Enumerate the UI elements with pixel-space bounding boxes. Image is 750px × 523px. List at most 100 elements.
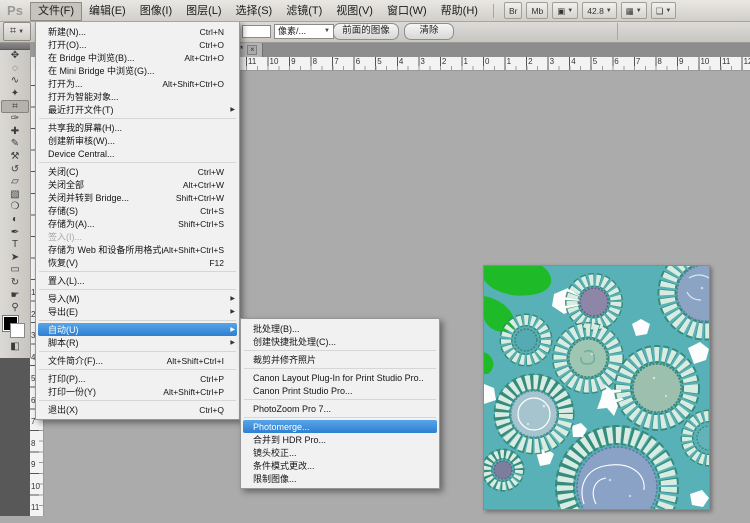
ruler-label: 0 — [483, 57, 505, 66]
menu-item[interactable]: 脚本(R) ▶ — [36, 336, 239, 349]
zoom-level-control[interactable]: 42.8▼ — [582, 2, 617, 19]
close-icon[interactable]: × — [247, 45, 257, 55]
submenu-item[interactable]: Photomerge... ▶ — [243, 420, 437, 433]
move-tool[interactable]: ✥ — [0, 50, 30, 63]
submenu-item[interactable]: 条件模式更改... ▶ — [241, 459, 439, 472]
menu-item[interactable]: 在 Mini Bridge 中浏览(G)... ▶ — [36, 64, 239, 77]
menu-item[interactable]: 签入(I)... ▶ — [36, 230, 239, 243]
submenu-item[interactable]: 限制图像... ▶ — [241, 472, 439, 485]
menu-item[interactable]: 打印一份(Y) Alt+Shift+Ctrl+P ▶ — [36, 385, 239, 398]
zoom-level-value: 42.8 — [587, 4, 604, 18]
menu-item[interactable]: Device Central... ▶ — [36, 147, 239, 160]
menubar-item[interactable]: 图像(I) — [133, 2, 179, 21]
eyedropper-tool[interactable]: ✑ — [0, 113, 30, 126]
submenu-item[interactable]: 镜头校正... ▶ — [241, 446, 439, 459]
blur-tool[interactable]: ❍ — [0, 201, 30, 214]
screen-mode-button[interactable]: ❏▼ — [651, 2, 677, 19]
submenu-item[interactable]: 创建快捷批处理(C)... ▶ — [241, 335, 439, 348]
clear-button[interactable]: 清除 — [404, 23, 454, 40]
healing-brush-tool[interactable]: ✚ — [0, 126, 30, 139]
history-brush-tool[interactable]: ↺ — [0, 163, 30, 176]
menu-item[interactable]: 导入(M) ▶ — [36, 292, 239, 305]
menu-item[interactable]: 新建(N)... Ctrl+N ▶ — [36, 25, 239, 38]
ruler-label: 7 — [634, 57, 656, 66]
menu-item[interactable]: 打开为智能对象... ▶ — [36, 90, 239, 103]
menu-item[interactable]: 创建新审核(W)... ▶ — [36, 134, 239, 147]
resolution-unit-dropdown[interactable]: 像素/...▼ — [274, 24, 334, 39]
submenu-item[interactable]: Canon Print Studio Pro... ▶ — [241, 384, 439, 397]
menu-item[interactable]: 在 Bridge 中浏览(B)... Alt+Ctrl+O ▶ — [36, 51, 239, 64]
crop-size-input[interactable] — [242, 25, 271, 38]
menu-item[interactable]: 文件简介(F)... Alt+Shift+Ctrl+I ▶ — [36, 354, 239, 367]
path-selection-tool[interactable]: ➤ — [0, 252, 30, 265]
pen-tool[interactable]: ✒ — [0, 226, 30, 239]
arrange-documents-button[interactable]: ▣▼ — [552, 2, 578, 19]
eraser-tool[interactable]: ▱ — [0, 176, 30, 189]
menu-item[interactable]: 打开(O)... Ctrl+O ▶ — [36, 38, 239, 51]
panel-grip[interactable] — [0, 42, 30, 50]
menu-item[interactable]: 最近打开文件(T) ▶ — [36, 103, 239, 116]
ruler-label: 9 — [677, 57, 699, 66]
submenu-item[interactable]: 批处理(B)... ▶ — [241, 322, 439, 335]
menubar-item[interactable]: 视图(V) — [329, 2, 380, 21]
view-extras-icon: ▦ — [626, 4, 634, 18]
canvas-image[interactable] — [483, 265, 710, 510]
rotate-view-tool[interactable]: ↻ — [0, 277, 30, 290]
menubar-item[interactable]: 窗口(W) — [380, 2, 434, 21]
brush-tool[interactable]: ✎ — [0, 138, 30, 151]
type-tool[interactable]: T — [0, 239, 30, 252]
quick-mask-icon[interactable]: ◧ — [10, 342, 19, 352]
crop-tool[interactable]: ⌗ — [1, 100, 29, 113]
arrange-documents-icon: ▣ — [557, 4, 565, 18]
quick-selection-tool[interactable]: ✦ — [0, 88, 30, 101]
hand-tool[interactable]: ☛ — [0, 289, 30, 302]
zoom-tool[interactable]: ⚲ — [0, 302, 30, 315]
background-color-swatch[interactable] — [10, 323, 25, 338]
automate-submenu: 批处理(B)... ▶ 创建快捷批处理(C)... ▶ ▶ 裁剪并修齐照片 ▶ … — [240, 318, 440, 489]
launch-mini-bridge-button[interactable]: Mb — [526, 2, 548, 19]
menubar-items: 文件(F)编辑(E)图像(I)图层(L)选择(S)滤镜(T)视图(V)窗口(W)… — [30, 1, 485, 21]
ruler-label: 10 — [268, 57, 290, 66]
ruler-label: 1 — [461, 57, 483, 66]
submenu-item[interactable]: Canon Layout Plug-In for Print Studio Pr… — [241, 371, 439, 384]
menubar-item[interactable]: 帮助(H) — [434, 2, 485, 21]
dodge-tool[interactable]: ◐ — [0, 214, 30, 227]
menu-item[interactable]: 退出(X) Ctrl+Q ▶ — [36, 403, 239, 416]
ruler-label: 9 — [289, 57, 311, 66]
launch-bridge-button[interactable]: Br — [504, 2, 523, 19]
menubar-item[interactable]: 文件(F) — [30, 2, 82, 21]
submenu-arrow-icon: ▶ — [227, 339, 235, 346]
menu-item[interactable]: 共享我的屏幕(H)... ▶ — [36, 121, 239, 134]
menu-item[interactable]: 导出(E) ▶ — [36, 305, 239, 318]
ruler-label: 9 — [31, 458, 40, 480]
menubar-item[interactable]: 图层(L) — [179, 2, 228, 21]
menu-item[interactable]: 打印(P)... Ctrl+P ▶ — [36, 372, 239, 385]
lasso-tool[interactable]: ∿ — [0, 75, 30, 88]
clone-stamp-tool[interactable]: ⚒ — [0, 151, 30, 164]
gradient-tool[interactable]: ▧ — [0, 189, 30, 202]
menubar-item[interactable]: 编辑(E) — [82, 2, 133, 21]
tool-preset-picker[interactable]: ⌗▼ — [3, 22, 31, 41]
menu-item[interactable]: 打开为... Alt+Shift+Ctrl+O ▶ — [36, 77, 239, 90]
menu-item[interactable]: 自动(U) ▶ — [38, 323, 237, 336]
menubar-item[interactable]: 滤镜(T) — [279, 2, 329, 21]
submenu-item[interactable]: 裁剪并修齐照片 ▶ — [241, 353, 439, 366]
submenu-arrow-icon: ▶ — [227, 106, 235, 113]
menu-item[interactable]: 恢复(V) F12 ▶ — [36, 256, 239, 269]
menubar-item[interactable]: 选择(S) — [229, 2, 280, 21]
view-extras-button[interactable]: ▦▼ — [621, 2, 647, 19]
menu-item[interactable]: 存储(S) Ctrl+S ▶ — [36, 204, 239, 217]
menu-item[interactable]: 关闭全部 Alt+Ctrl+W ▶ — [36, 178, 239, 191]
ruler-label: 11 — [246, 57, 268, 66]
front-image-button[interactable]: 前面的图像 — [333, 23, 399, 40]
menu-item[interactable]: 存储为 Web 和设备所用格式(D)... Alt+Shift+Ctrl+S ▶ — [36, 243, 239, 256]
ruler-label: 10 — [698, 57, 720, 66]
marquee-tool[interactable]: ◌ — [0, 63, 30, 76]
menu-item[interactable]: 关闭(C) Ctrl+W ▶ — [36, 165, 239, 178]
shape-tool[interactable]: ▭ — [0, 264, 30, 277]
menu-item[interactable]: 关闭并转到 Bridge... Shift+Ctrl+W ▶ — [36, 191, 239, 204]
menu-item[interactable]: 置入(L)... ▶ — [36, 274, 239, 287]
menu-item[interactable]: 存储为(A)... Shift+Ctrl+S ▶ — [36, 217, 239, 230]
submenu-item[interactable]: PhotoZoom Pro 7... ▶ — [241, 402, 439, 415]
submenu-item[interactable]: 合并到 HDR Pro... ▶ — [241, 433, 439, 446]
